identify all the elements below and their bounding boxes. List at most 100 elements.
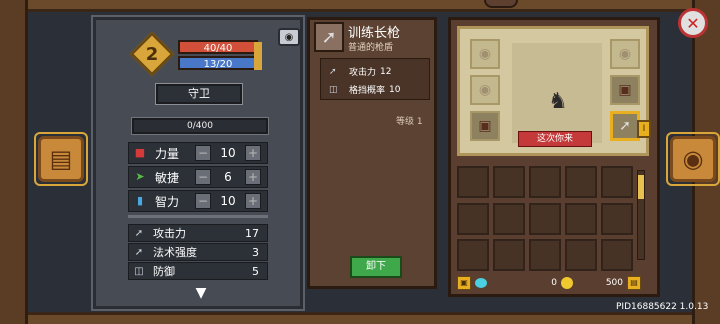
attr-label: 敏捷 [155,170,180,185]
inventory-cell[interactable] [529,166,561,198]
inventory-scrollbar[interactable] [637,170,645,260]
equipment-area: ◉ ◉ ▣ ◉ ▣ ➚ ♞ 这次你来 [457,26,649,156]
greeting-banner: 这次你来 [518,131,592,147]
stat-row-defense: ◫ 防御 5 [128,262,268,280]
shield-icon: ◫ [134,265,144,277]
stat-label: 攻击力 [153,227,186,240]
item-stat-label: 格挡概率 [349,86,386,96]
item-stat-value: 10 [389,84,401,95]
item-stat-block: ◫ 格挡概率 10 [329,83,401,97]
inventory-cell[interactable] [457,166,489,198]
spear-icon: ➚ [314,22,344,52]
scroll-thumb[interactable] [638,175,644,199]
stat-value: 5 [252,264,259,278]
armor-slot[interactable]: ◉ [470,75,500,105]
item-stats-box: ➚ 攻击力 12 ◫ 格挡概率 10 [320,58,430,100]
gauntlet-icon: ◉ [618,46,632,62]
agility-plus-button[interactable]: + [245,169,261,185]
item-level: 等级 1 [396,117,423,127]
inventory-cell[interactable] [457,202,489,235]
shield-icon: ◫ [329,84,338,95]
stat-value: 17 [245,226,259,240]
inventory-cell[interactable] [529,239,561,272]
ribbon-tail [254,42,262,70]
stat-value: 3 [252,245,259,259]
top-ornament [484,0,518,8]
attr-row-intellect: ▮ 智力 − 10 + [128,190,268,212]
helmet-icon: ◉ [682,145,704,173]
inventory-cell[interactable] [565,239,597,272]
inventory-cell[interactable] [601,239,633,272]
intellect-icon: ▮ [136,194,144,207]
sword-icon: ➚ [134,227,144,239]
build-id: PID16885622 1.0.13 [616,302,709,312]
unequip-button[interactable]: 卸下 [350,256,402,278]
item-type: 普通的枪盾 [348,43,394,53]
chest-armor-icon: ▣ [618,82,632,98]
inventory-cell[interactable] [493,202,525,235]
intellect-plus-button[interactable]: + [245,193,261,209]
helmet-slot[interactable]: ◉ [470,39,500,69]
item-stat-value: 12 [380,66,392,77]
divider [128,215,268,218]
inventory-cell[interactable] [493,239,525,272]
inventory-cell[interactable] [529,202,561,235]
inventory-cell[interactable] [601,202,633,235]
mp-bar: 13/20 [178,56,258,70]
stat-label: 防御 [153,265,175,278]
sword-icon: ➚ [329,66,337,77]
stat-row-spell-power: ➚ 法术强度 3 [128,243,268,261]
item-stat-attack: ➚ 攻击力 12 [329,65,392,79]
spear-icon: ➚ [619,118,631,134]
attr-row-agility: ➤ 敏捷 − 6 + [128,166,268,188]
book-button[interactable]: ▤ [34,132,88,186]
tab-one[interactable]: I [637,120,651,138]
camera-icon: ◉ [284,31,294,43]
boots-slot[interactable]: ▣ [470,111,500,141]
attr-value: 10 [220,146,236,160]
strength-minus-button[interactable]: − [195,145,211,161]
wand-icon: ➚ [134,246,144,258]
inventory-cell[interactable] [601,166,633,198]
camera-button[interactable]: ◉ [278,28,300,46]
inventory-panel: ◉ ◉ ▣ ◉ ▣ ➚ ♞ 这次你来 I ▣ 0 500 ▤ [448,17,660,297]
stat-label: 法术强度 [153,246,197,259]
attr-label: 智力 [155,194,180,209]
level-number: 2 [145,43,159,65]
item-name: 训练长枪 [348,26,401,41]
gauntlet-slot[interactable]: ◉ [610,39,640,69]
top-frame [0,0,720,12]
inventory-cell[interactable] [457,239,489,272]
attr-value: 10 [220,194,236,208]
intellect-minus-button[interactable]: − [195,193,211,209]
chevron-down-icon[interactable]: ▼ [186,286,216,300]
inventory-cell[interactable] [493,166,525,198]
coin-icon [561,277,573,289]
inventory-cell[interactable] [565,202,597,235]
lock-icon[interactable]: ▣ [457,276,471,290]
attr-value: 6 [224,170,232,184]
agility-icon: ➤ [135,170,145,183]
strength-icon: ■ [134,146,146,159]
chest-slot[interactable]: ▣ [610,75,640,105]
xp-bar: 0/400 [131,117,269,135]
strength-plus-button[interactable]: + [245,145,261,161]
close-icon: ✕ [686,13,700,33]
hero-stats-panel: 2 40/40 13/20 ◉ 守卫 0/400 ■ 力量 − 10 + ➤ 敏… [91,15,305,311]
sort-icon[interactable]: ▤ [627,276,641,290]
item-detail-panel: ➚ 训练长枪 普通的枪盾 ➚ 攻击力 12 ◫ 格挡概率 10 等级 1 卸下 [307,17,437,289]
inventory-cell[interactable] [565,166,597,198]
hp-bar: 40/40 [178,40,258,54]
stat-row-attack: ➚ 攻击力 17 [128,224,268,242]
currency-bar: ▣ 0 500 ▤ [457,274,649,292]
armor-icon: ◉ [478,82,492,98]
gem-icon [475,278,487,288]
attr-label: 力量 [155,146,180,161]
helmet-button[interactable]: ◉ [666,132,720,186]
coin-count: 500 [605,278,623,288]
close-button[interactable]: ✕ [678,8,708,38]
boots-icon: ▣ [478,118,492,134]
weapon-slot[interactable]: ➚ [610,111,640,141]
item-stat-label: 攻击力 [349,68,377,78]
agility-minus-button[interactable]: − [195,169,211,185]
